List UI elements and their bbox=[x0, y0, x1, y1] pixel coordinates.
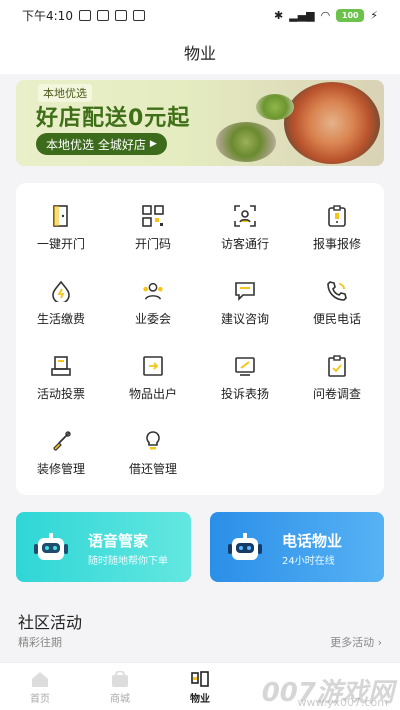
page-title: 物业 bbox=[183, 44, 216, 63]
phone-property-title: 电话物业 bbox=[282, 532, 343, 550]
more-activities-link[interactable]: 更多活动 › bbox=[330, 634, 382, 650]
status-bar: 下午4:10 ✱ ▂▄▆ ◠ 100 ⚡ bbox=[0, 0, 400, 30]
repair-report-icon bbox=[326, 205, 348, 227]
service-one-key-open[interactable]: 一键开门 bbox=[16, 205, 106, 265]
notification-icon bbox=[132, 9, 145, 21]
service-borrow-return[interactable]: 借还管理 bbox=[108, 430, 198, 490]
service-label: 便民电话 bbox=[312, 312, 361, 326]
food-bowl-large bbox=[284, 82, 380, 164]
renovation-icon bbox=[50, 430, 72, 452]
suggestion-icon bbox=[234, 280, 256, 302]
robot-icon bbox=[228, 533, 262, 560]
door-icon bbox=[50, 205, 72, 227]
vote-icon bbox=[50, 355, 72, 377]
promo-banner[interactable]: 本地优选 好店配送0元起 本地优选 全城好店 ▶ bbox=[16, 80, 384, 166]
services-grid: 一键开门 开门码 访客通行 报事报修 生活缴费 业委会 建议咨询 便民电话 活动… bbox=[16, 183, 384, 495]
service-label: 一键开门 bbox=[36, 237, 85, 251]
robot-icon bbox=[34, 533, 68, 560]
service-label: 访客通行 bbox=[220, 237, 269, 251]
tab-home[interactable]: 首页 bbox=[10, 671, 70, 705]
service-item-exit[interactable]: 物品出户 bbox=[108, 355, 198, 415]
service-convenience-phone[interactable]: 便民电话 bbox=[292, 280, 382, 340]
service-label: 借还管理 bbox=[128, 462, 177, 476]
visitor-icon bbox=[234, 205, 256, 227]
tab-label: 商城 bbox=[110, 694, 130, 705]
item-exit-icon bbox=[142, 355, 164, 377]
service-life-payment[interactable]: 生活缴费 bbox=[16, 280, 106, 340]
banner-button-label: 本地优选 全城好店 bbox=[46, 137, 146, 152]
service-label: 报事报修 bbox=[312, 237, 361, 251]
qr-code-icon bbox=[142, 205, 164, 227]
complaint-icon bbox=[234, 355, 256, 377]
tab-property[interactable]: 物业 bbox=[170, 671, 230, 705]
wifi-icon: ◠ bbox=[320, 8, 331, 22]
status-left: 下午4:10 bbox=[22, 7, 145, 24]
shop-icon bbox=[112, 671, 128, 687]
play-arrow-icon: ▶ bbox=[149, 139, 157, 149]
community-section-subtitle: 精彩往期 bbox=[18, 636, 62, 649]
service-label: 投诉表扬 bbox=[220, 387, 269, 401]
service-activity-vote[interactable]: 活动投票 bbox=[16, 355, 106, 415]
voice-butler-card[interactable]: 语音管家 随时随地帮你下单 bbox=[16, 512, 191, 582]
banner-button[interactable]: 本地优选 全城好店 ▶ bbox=[36, 133, 167, 155]
community-section-title: 社区活动 bbox=[18, 613, 83, 632]
service-label: 业委会 bbox=[134, 312, 171, 326]
battery-icon: 100 bbox=[336, 8, 365, 22]
property-icon bbox=[191, 671, 209, 687]
phone-property-card[interactable]: 电话物业 24小时在线 bbox=[210, 512, 384, 582]
service-suggestion[interactable]: 建议咨询 bbox=[200, 280, 290, 340]
service-renovation[interactable]: 装修管理 bbox=[16, 430, 106, 490]
survey-icon bbox=[326, 355, 348, 377]
tab-label: 物业 bbox=[190, 694, 210, 705]
voice-butler-title: 语音管家 bbox=[88, 532, 149, 550]
notification-icon bbox=[78, 9, 91, 21]
bluetooth-icon: ✱ bbox=[274, 8, 284, 22]
lightbulb-icon bbox=[142, 430, 164, 452]
notification-icon bbox=[96, 9, 109, 21]
phone-property-subtitle: 24小时在线 bbox=[282, 556, 335, 567]
food-bowl-side bbox=[256, 94, 294, 120]
voice-butler-subtitle: 随时随地帮你下单 bbox=[88, 556, 168, 567]
nav-bar: 物业 bbox=[0, 30, 400, 74]
status-time: 下午4:10 bbox=[22, 8, 73, 23]
food-bowl-small bbox=[216, 122, 276, 162]
service-label: 物品出户 bbox=[128, 387, 177, 401]
service-label: 活动投票 bbox=[36, 387, 85, 401]
watermark-url: www.yx007.com bbox=[297, 696, 388, 709]
committee-icon bbox=[142, 280, 164, 302]
charging-icon: ⚡ bbox=[370, 8, 378, 22]
service-label: 生活缴费 bbox=[36, 312, 85, 326]
service-open-code[interactable]: 开门码 bbox=[108, 205, 198, 265]
service-label: 装修管理 bbox=[36, 462, 85, 476]
tab-shop[interactable]: 商城 bbox=[90, 671, 150, 705]
status-right: ✱ ▂▄▆ ◠ 100 ⚡ bbox=[274, 8, 378, 22]
service-committee[interactable]: 业委会 bbox=[108, 280, 198, 340]
notification-icon bbox=[114, 9, 127, 21]
home-icon bbox=[32, 672, 48, 687]
service-survey[interactable]: 问卷调查 bbox=[292, 355, 382, 415]
phone-icon bbox=[326, 280, 348, 302]
service-label: 建议咨询 bbox=[220, 312, 269, 326]
payment-icon bbox=[50, 280, 72, 302]
banner-title: 好店配送0元起 bbox=[36, 106, 191, 131]
service-label: 开门码 bbox=[134, 237, 171, 251]
service-complaint-praise[interactable]: 投诉表扬 bbox=[200, 355, 290, 415]
signal-icon: ▂▄▆ bbox=[289, 8, 315, 22]
service-repair-report[interactable]: 报事报修 bbox=[292, 205, 382, 265]
tab-label: 首页 bbox=[30, 694, 50, 705]
service-label: 问卷调查 bbox=[312, 387, 361, 401]
service-visitor-pass[interactable]: 访客通行 bbox=[200, 205, 290, 265]
